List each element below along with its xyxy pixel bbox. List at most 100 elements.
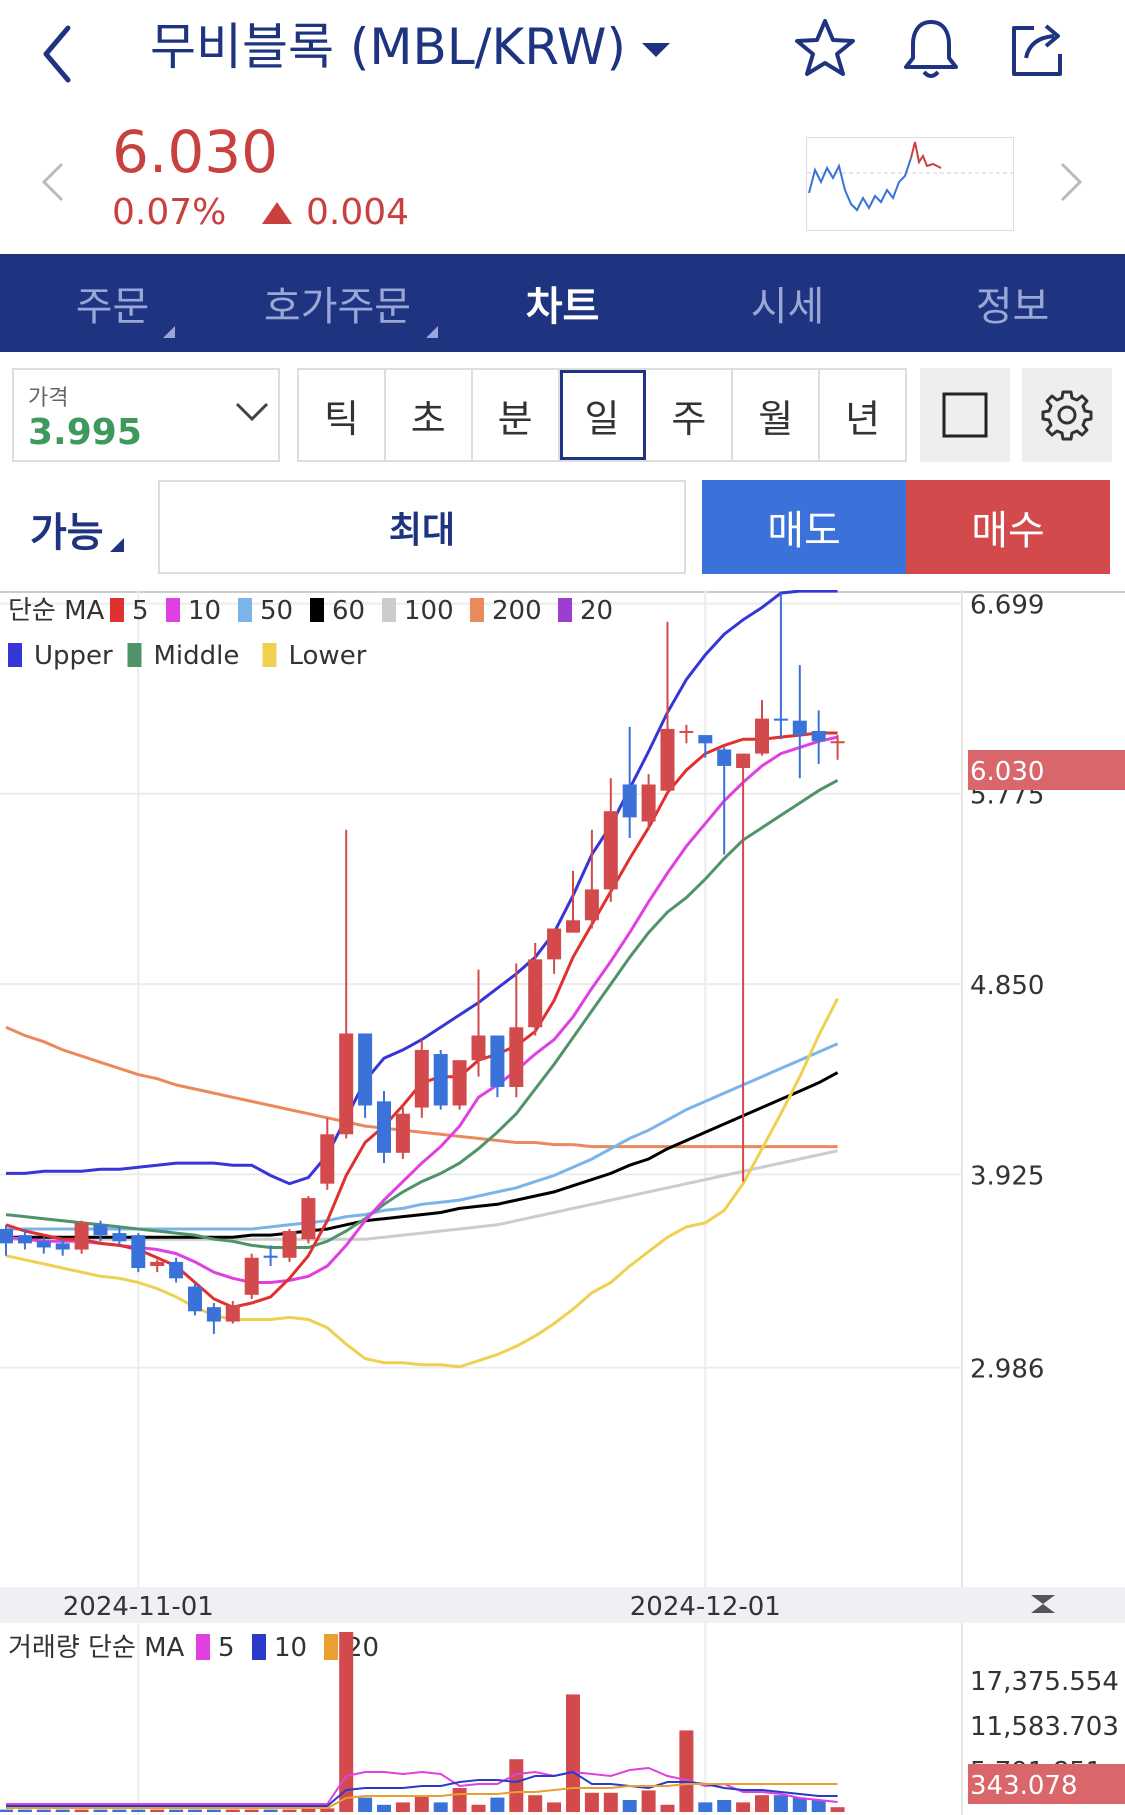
tab-order[interactable]: 주문 — [0, 254, 225, 352]
candle-body — [320, 1134, 335, 1184]
period-minute[interactable]: 분 — [473, 370, 560, 460]
submenu-indicator-icon — [426, 326, 438, 338]
available-label: 가능 — [30, 510, 104, 556]
candle-body — [206, 1307, 221, 1322]
volume-bar — [603, 1792, 618, 1812]
volume-bar — [717, 1800, 732, 1812]
candle-body — [547, 928, 562, 960]
volume-bar — [452, 1788, 467, 1812]
candle-body — [471, 1035, 486, 1061]
candle-body — [339, 1033, 354, 1135]
volume-bar — [433, 1802, 448, 1812]
back-arrow-icon[interactable] — [30, 10, 90, 90]
legend-swatch — [470, 598, 484, 622]
candle-body — [74, 1222, 89, 1250]
volume-bar — [358, 1797, 373, 1812]
legend-swatch — [196, 1634, 210, 1660]
candle-body — [169, 1261, 184, 1279]
candle-body — [792, 720, 807, 736]
volume-bar — [736, 1802, 751, 1812]
tab-label: 호가주문 — [263, 284, 412, 330]
volume-bar — [282, 1809, 297, 1812]
market-selector[interactable]: 무비블록 (MBL/KRW) — [150, 12, 750, 82]
candle-body — [225, 1305, 240, 1322]
candle-body — [377, 1101, 391, 1153]
period-year[interactable]: 년 — [820, 370, 905, 460]
period-tick[interactable]: 틱 — [299, 370, 386, 460]
current-price: 6.030 — [112, 118, 279, 186]
candle-body — [282, 1231, 297, 1258]
volume-bar — [584, 1792, 599, 1812]
star-icon[interactable] — [790, 14, 860, 84]
candle-body — [773, 718, 788, 721]
candle-body — [698, 735, 713, 744]
volume-bar — [150, 1809, 165, 1812]
candle-body — [358, 1033, 373, 1106]
prev-market-arrow-icon[interactable] — [38, 160, 68, 216]
legend-swatch — [8, 643, 22, 667]
legend-swatch — [310, 598, 324, 622]
submenu-indicator-icon — [109, 538, 124, 552]
price-type-label: 가격 — [28, 386, 69, 411]
candle-body — [36, 1241, 51, 1248]
legend-swatch — [262, 643, 277, 667]
tab-orderbook-order[interactable]: 호가주문 — [225, 254, 450, 352]
volume-bar — [74, 1809, 89, 1812]
period-day[interactable]: 일 — [559, 370, 647, 460]
volume-bar — [131, 1809, 146, 1812]
price-chart[interactable]: 6.6995.7754.8503.9252.986 6.030 단순 MA 5 10… — [0, 590, 1125, 1815]
gear-icon — [1041, 390, 1093, 441]
legend-swatch — [127, 643, 142, 667]
main-tab-bar: 주문 호가주문 차트 시세 정보 — [0, 254, 1125, 352]
change-percent: 0.07% — [112, 192, 227, 233]
max-button[interactable]: 최대 — [158, 480, 686, 574]
legend-item-label: Middle — [154, 641, 240, 671]
volume-bar — [112, 1809, 127, 1812]
available-toggle[interactable]: 가능 — [30, 500, 124, 558]
candle-body — [641, 784, 656, 822]
current-price-tag-label: 6.030 — [970, 757, 1044, 787]
volume-bar — [547, 1802, 562, 1812]
fullscreen-button[interactable] — [920, 368, 1010, 462]
volume-bar — [698, 1802, 713, 1812]
y-tick-label: 4.850 — [970, 971, 1044, 1001]
candle-body — [244, 1257, 259, 1295]
chevron-down-icon — [642, 43, 670, 57]
share-icon[interactable] — [1004, 14, 1074, 84]
volume-bar — [755, 1795, 769, 1812]
page-title: 무비블록 (MBL/KRW) — [150, 18, 626, 76]
volume-bar — [395, 1802, 410, 1812]
candle-body — [0, 1228, 13, 1244]
period-month[interactable]: 월 — [733, 370, 821, 460]
tab-label: 주문 — [75, 284, 150, 330]
legend-item-label: Lower — [289, 641, 367, 671]
settings-button[interactable] — [1022, 368, 1112, 462]
y-tick-label: 2.986 — [970, 1355, 1044, 1385]
volume-bar — [36, 1809, 51, 1812]
sell-button[interactable]: 매도 — [702, 480, 906, 574]
bell-icon[interactable] — [896, 14, 966, 84]
price-type-dropdown[interactable]: 가격 3.995 — [12, 368, 280, 462]
volume-bar — [471, 1804, 486, 1812]
tab-quotes[interactable]: 시세 — [675, 254, 900, 352]
candle-body — [131, 1235, 146, 1269]
candle-body — [528, 959, 543, 1028]
buy-button[interactable]: 매수 — [906, 480, 1110, 574]
volume-bar — [566, 1694, 580, 1812]
mini-price-chart[interactable] — [806, 137, 1014, 231]
period-week[interactable]: 주 — [646, 370, 734, 460]
y-tick-label: 6.699 — [970, 591, 1044, 621]
volume-legend-label: 거래량 단순 MA — [8, 1633, 185, 1663]
volume-bar — [660, 1804, 675, 1812]
ma-legend: 단순 MA 5 10 50 60 100 200 20 — [8, 596, 613, 626]
volume-bar — [830, 1807, 845, 1812]
tab-chart[interactable]: 차트 — [450, 254, 675, 352]
next-market-arrow-icon[interactable] — [1056, 160, 1086, 216]
volume-bar — [509, 1759, 524, 1812]
x-tick-label: 2024-12-01 — [630, 1592, 781, 1622]
header: 무비블록 (MBL/KRW) — [0, 0, 1125, 100]
period-second[interactable]: 초 — [386, 370, 473, 460]
tab-info[interactable]: 정보 — [900, 254, 1125, 352]
volume-bar — [55, 1809, 70, 1812]
legend-item-label: 50 — [260, 596, 293, 626]
